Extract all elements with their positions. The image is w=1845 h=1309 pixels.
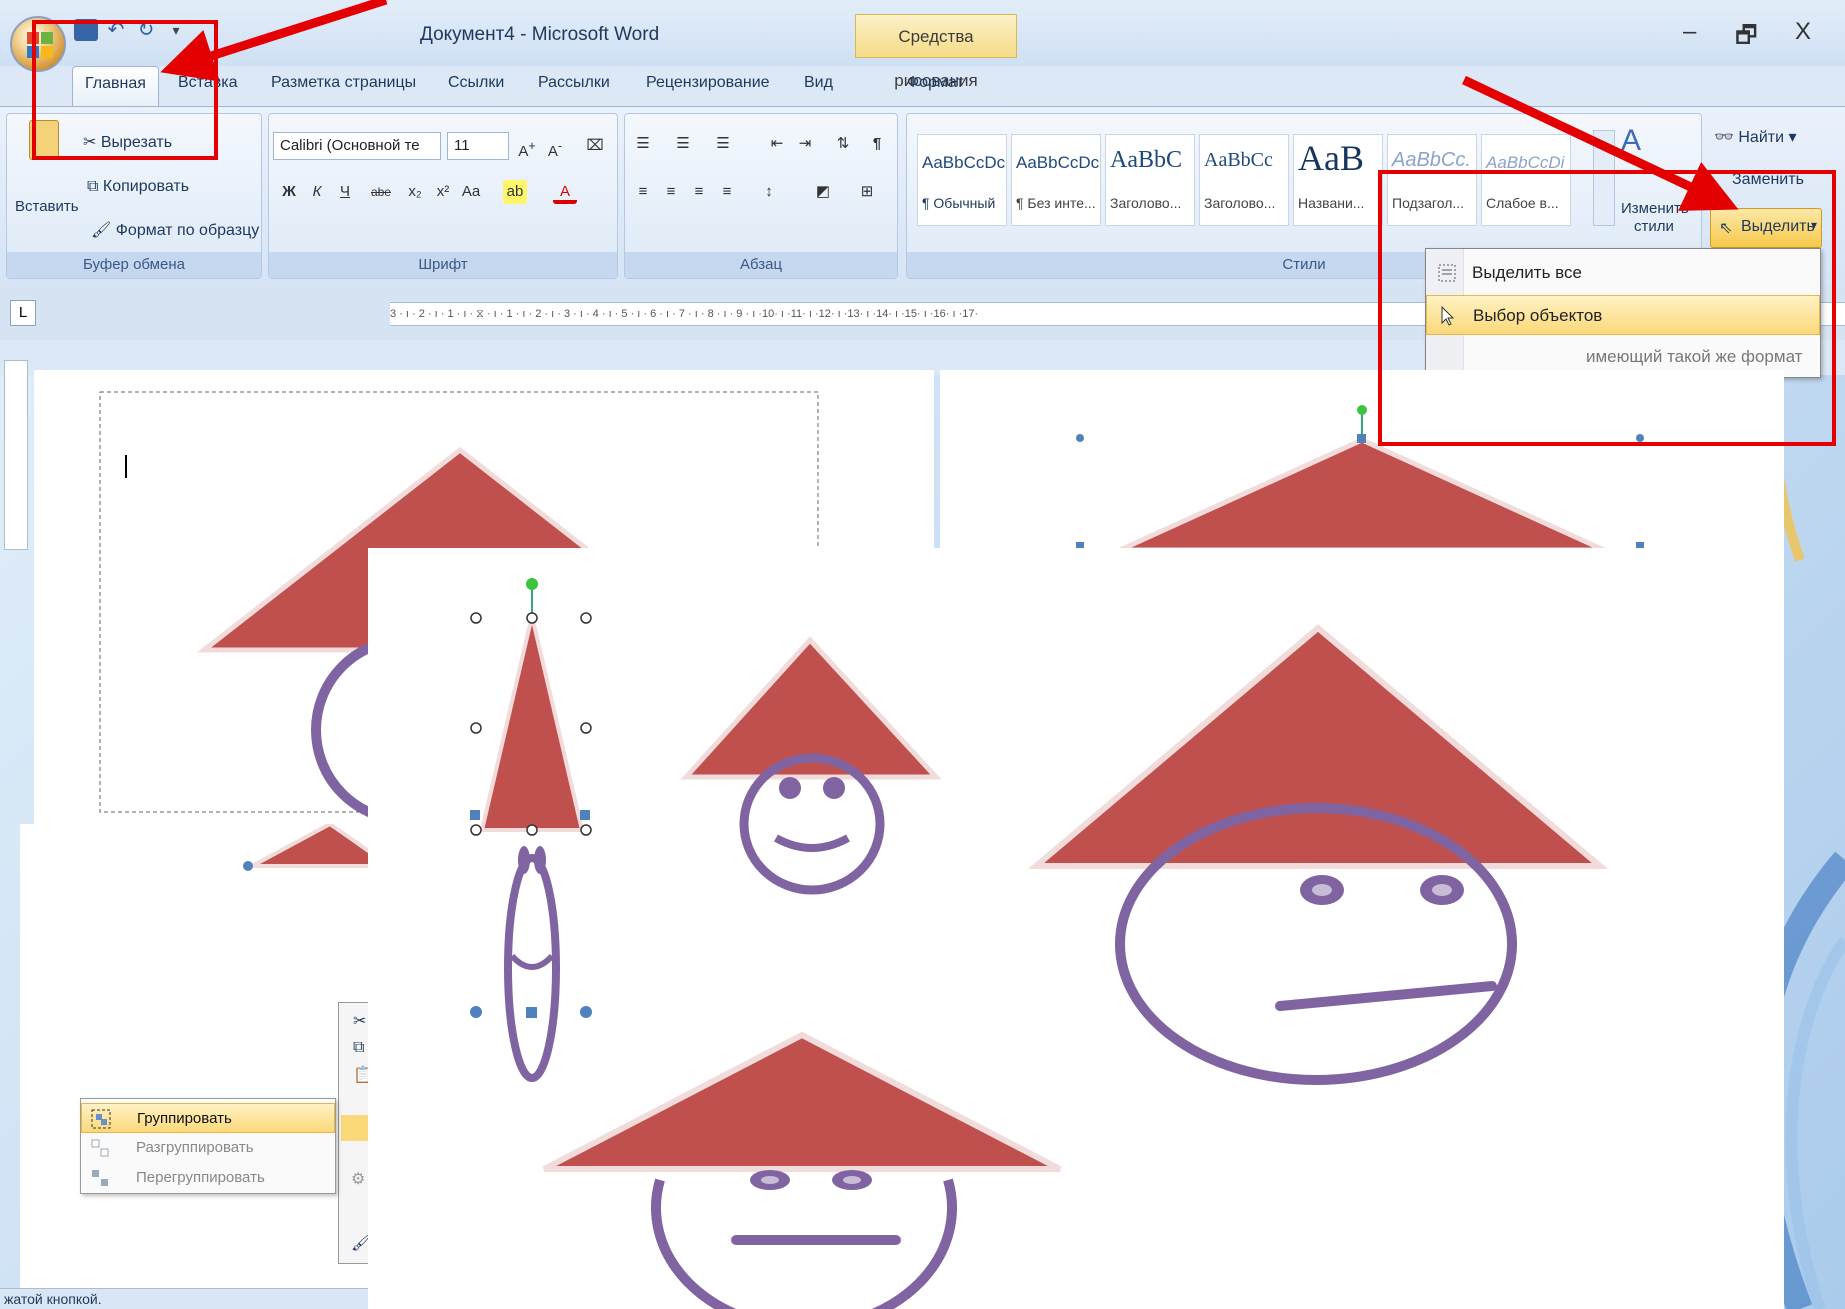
figure-tall-hat[interactable]: [470, 578, 592, 1082]
rotate-handle[interactable]: [1357, 405, 1367, 415]
group-submenu: Группировать Разгруппировать Перегруппир…: [80, 1098, 336, 1194]
eye-highlight: [1432, 884, 1452, 896]
vertical-ruler: [4, 360, 28, 550]
annotation-arrows: [160, 0, 1739, 211]
resize-handle[interactable]: [1357, 434, 1366, 443]
smile-shape: [1275, 981, 1497, 1011]
eye-shape: [779, 777, 801, 799]
rotate-handle[interactable]: [526, 578, 538, 590]
hat-shape[interactable]: [1118, 437, 1606, 550]
resize-handle[interactable]: [580, 1006, 592, 1018]
drawing-canvas-front[interactable]: [368, 548, 1784, 1309]
eye-shape: [534, 846, 546, 874]
eye-highlight: [843, 1176, 861, 1184]
arrow-to-home-tab: [160, 0, 388, 82]
figure-small-hat[interactable]: [680, 636, 942, 895]
arrow-to-select-button: [1462, 75, 1739, 211]
status-bar: жатой кнопкой.: [0, 1288, 370, 1309]
resize-handle[interactable]: [1076, 434, 1084, 442]
copy-icon[interactable]: ⧉: [353, 1039, 364, 1057]
figure-large-hat[interactable]: [1027, 624, 1609, 1085]
eye-highlight: [761, 1176, 779, 1184]
menu-item-regroup[interactable]: Перегруппировать: [81, 1163, 335, 1193]
resize-handle[interactable]: [243, 861, 253, 871]
menu-item-ungroup[interactable]: Разгруппировать: [81, 1133, 335, 1163]
smile-shape: [774, 834, 850, 852]
eye-shape: [823, 777, 845, 799]
drawing-canvas-bottom-left[interactable]: [20, 824, 390, 924]
cut-icon[interactable]: ✂: [353, 1011, 366, 1031]
regroup-icon: [92, 1170, 108, 1186]
hat-shape[interactable]: [542, 1031, 1062, 1172]
resize-handle[interactable]: [470, 810, 480, 820]
document-page-bottom-left: ✂ ⧉ 📋 ⚙ 🖌: [20, 824, 390, 1288]
menu-item-group[interactable]: Группировать: [81, 1103, 335, 1133]
ungroup-icon: [91, 1139, 109, 1157]
hat-shape[interactable]: [479, 615, 585, 832]
eye-shape: [518, 846, 530, 874]
gear-icon[interactable]: ⚙: [351, 1169, 365, 1189]
hat-shape[interactable]: [1027, 624, 1609, 869]
document-page-front: [368, 548, 1784, 1309]
smile-shape: [509, 953, 555, 970]
group-icon: [91, 1109, 111, 1129]
resize-handle[interactable]: [526, 1007, 537, 1018]
figure-bottom-hat[interactable]: [542, 1031, 1062, 1309]
eye-highlight: [1312, 884, 1332, 896]
resize-handle[interactable]: [580, 810, 590, 820]
resize-handle[interactable]: [470, 1006, 482, 1018]
